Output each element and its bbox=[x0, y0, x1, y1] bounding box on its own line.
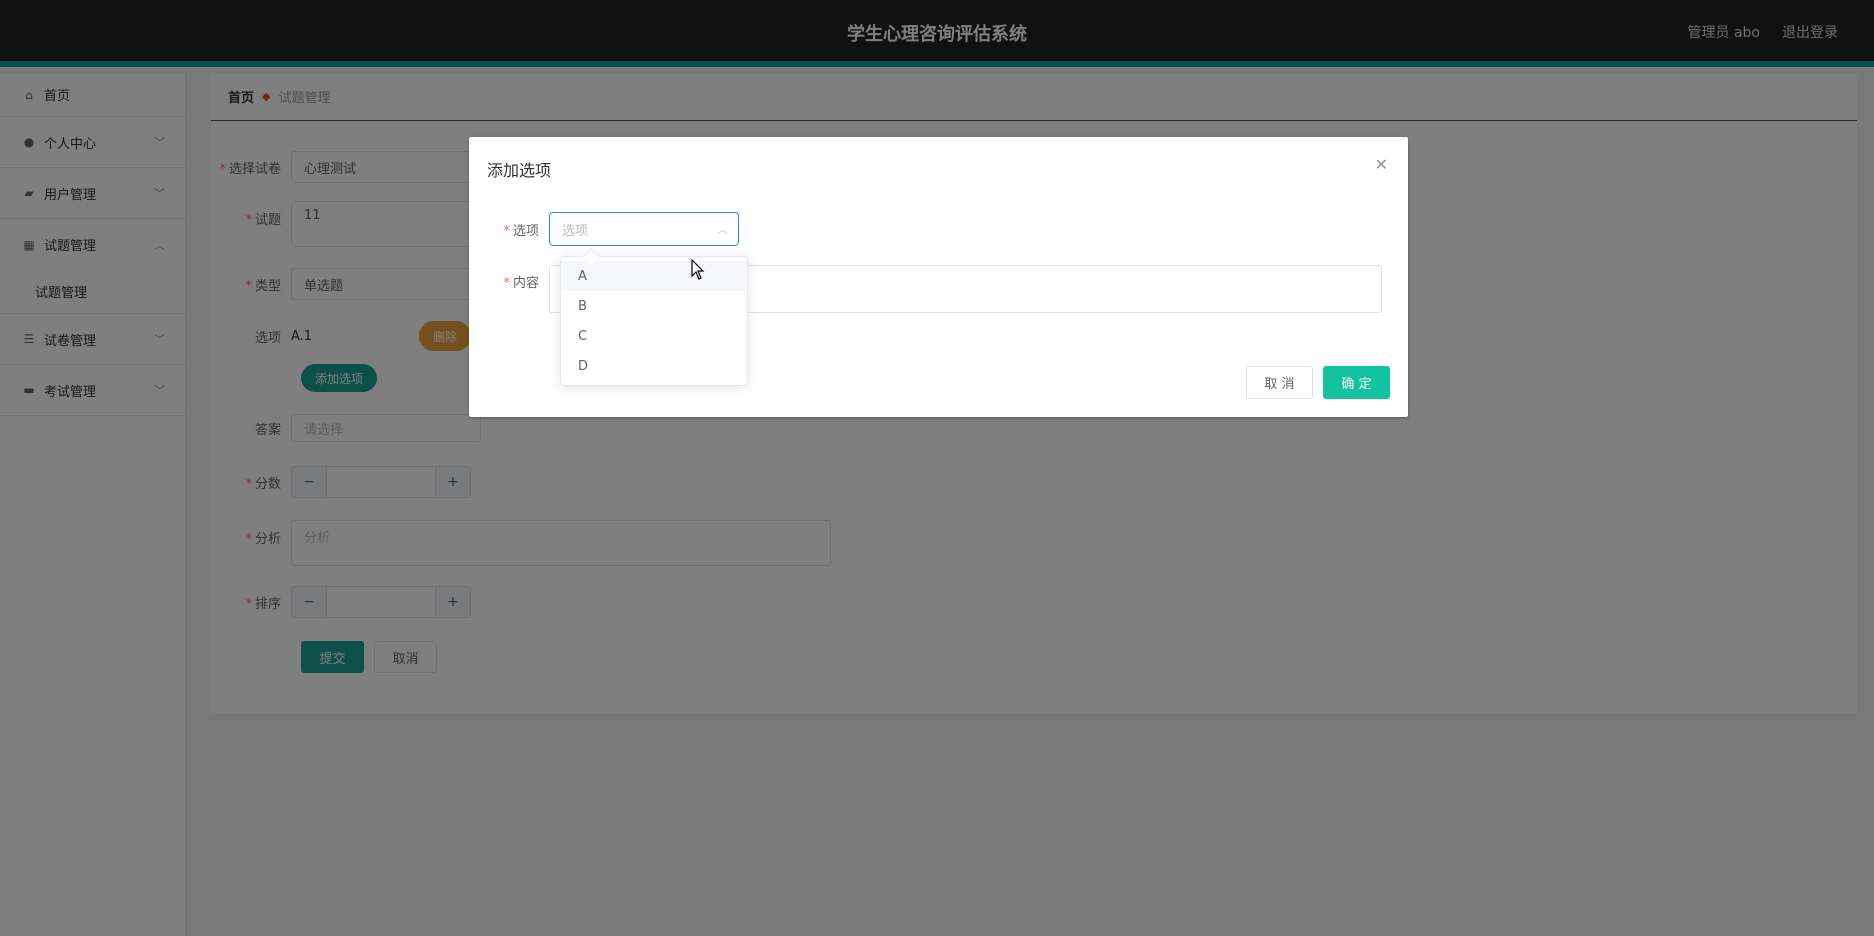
dialog-content-label: 内容 bbox=[512, 276, 539, 291]
dialog-cancel-button[interactable]: 取 消 bbox=[1246, 366, 1313, 399]
dropdown-option-c[interactable]: C bbox=[561, 321, 747, 351]
option-select[interactable]: 选项 ︿ bbox=[549, 212, 739, 246]
dialog-option-label: 选项 bbox=[512, 223, 539, 239]
chevron-up-icon: ︿ bbox=[717, 223, 728, 236]
option-dropdown: A B C D bbox=[560, 247, 748, 386]
dropdown-option-b[interactable]: B bbox=[561, 291, 747, 321]
dropdown-option-a[interactable]: A bbox=[561, 261, 747, 291]
close-icon[interactable]: ✕ bbox=[1375, 155, 1388, 174]
dialog-title: 添加选项 bbox=[487, 161, 552, 180]
dialog-confirm-button[interactable]: 确 定 bbox=[1323, 366, 1390, 399]
mouse-cursor-icon bbox=[691, 259, 705, 280]
dropdown-option-d[interactable]: D bbox=[561, 351, 747, 381]
